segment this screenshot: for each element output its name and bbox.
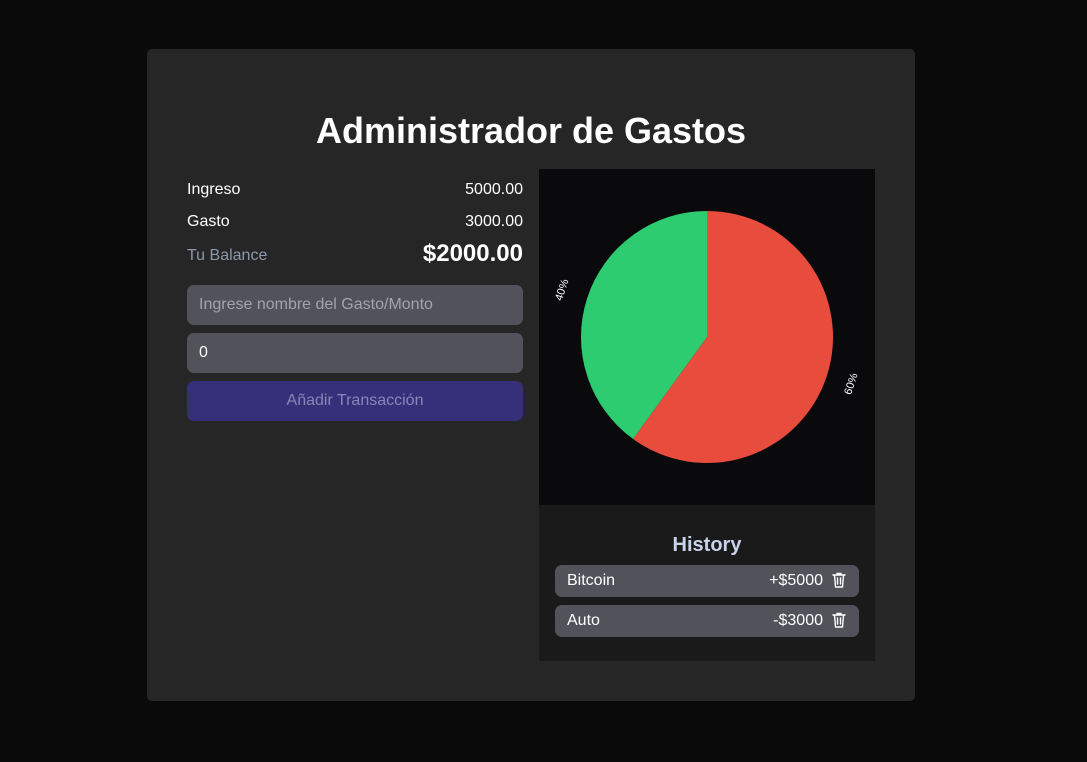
trash-icon[interactable] — [832, 572, 846, 588]
pie-slice-label-0: 60% — [842, 371, 860, 396]
income-label: Ingreso — [187, 181, 241, 198]
summary-panel: Ingreso 5000.00 Gasto 3000.00 Tu Balance… — [187, 179, 523, 421]
history-panel: History Bitcoin +$5000 Auto -$3000 — [539, 505, 875, 661]
balance-value: $2000.00 — [422, 240, 523, 267]
history-item-bitcoin: Bitcoin +$5000 — [555, 565, 859, 597]
expense-value: 3000.00 — [465, 213, 523, 230]
history-item-amount: -$3000 — [773, 612, 823, 629]
page-title: Administrador de Gastos — [315, 110, 747, 151]
income-row: Ingreso 5000.00 — [187, 179, 523, 211]
income-value: 5000.00 — [465, 181, 523, 198]
transaction-name-input[interactable] — [187, 285, 523, 325]
trash-icon[interactable] — [832, 612, 846, 628]
transaction-amount-input[interactable] — [187, 333, 523, 373]
history-title: History — [672, 534, 742, 556]
balance-row: Tu Balance $2000.00 — [187, 240, 523, 285]
pie-chart-svg: 60% 40% — [553, 211, 861, 463]
history-item-auto: Auto -$3000 — [555, 605, 859, 637]
expense-manager-card: Administrador de Gastos Ingreso 5000.00 … — [147, 49, 915, 701]
balance-label: Tu Balance — [187, 247, 268, 264]
history-item-name: Bitcoin — [567, 572, 616, 589]
expense-label: Gasto — [187, 213, 230, 230]
pie-slice-label-1: 40% — [553, 277, 571, 302]
history-item-name: Auto — [567, 612, 600, 629]
pie-chart: 60% 40% — [539, 169, 875, 505]
history-item-amount: +$5000 — [769, 572, 823, 589]
add-transaction-button[interactable]: Añadir Transacción — [187, 381, 523, 421]
